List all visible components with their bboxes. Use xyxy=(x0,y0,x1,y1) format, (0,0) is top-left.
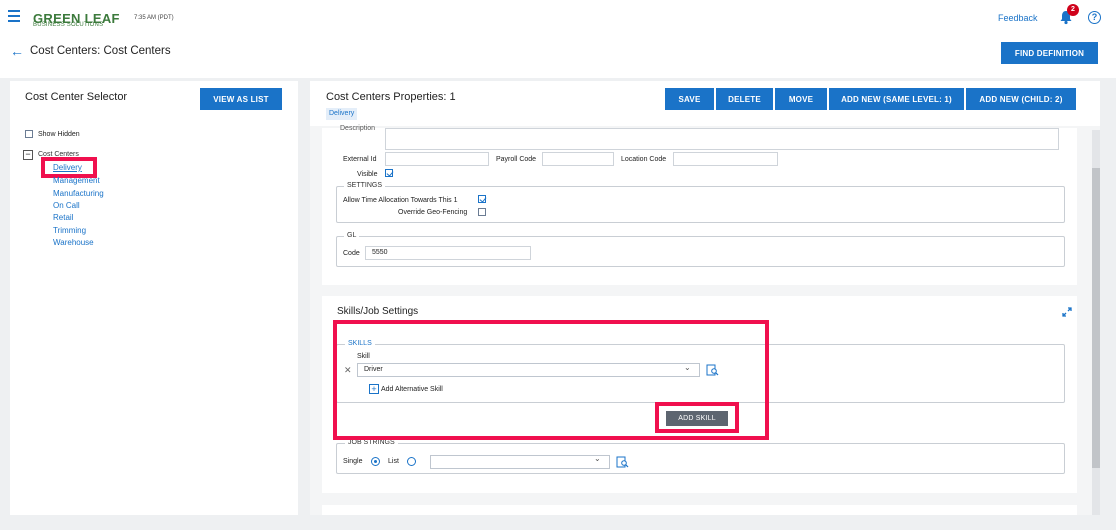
tree-item-trimming[interactable]: Trimming xyxy=(53,226,86,235)
location-code-input[interactable] xyxy=(673,152,778,166)
tree-item-delivery[interactable]: Delivery xyxy=(53,163,82,172)
delete-button[interactable]: DELETE xyxy=(716,88,773,110)
description-input[interactable] xyxy=(385,128,1059,150)
current-time: 7:35 AM (PDT) xyxy=(134,15,174,21)
top-bar xyxy=(0,0,1116,78)
settings-legend: SETTINGS xyxy=(344,182,386,189)
page-title: Cost Centers: Cost Centers xyxy=(30,45,171,57)
move-button[interactable]: MOVE xyxy=(775,88,827,110)
help-icon[interactable]: ? xyxy=(1088,11,1101,24)
payroll-code-input[interactable] xyxy=(542,152,614,166)
job-string-chevron-down-icon[interactable]: ⌄ xyxy=(594,454,601,463)
menu-icon[interactable] xyxy=(8,10,20,25)
single-label: Single xyxy=(343,458,363,465)
override-geo-label: Override Geo-Fencing xyxy=(398,209,468,216)
selector-title: Cost Center Selector xyxy=(25,91,128,103)
add-new-child-button[interactable]: ADD NEW (CHILD: 2) xyxy=(966,88,1076,110)
collapse-icon[interactable]: − xyxy=(23,150,33,160)
visible-checkbox[interactable] xyxy=(385,169,393,177)
add-new-same-level-button[interactable]: ADD NEW (SAME LEVEL: 1) xyxy=(829,88,964,110)
external-id-label: External Id xyxy=(343,156,377,163)
scrollbar-thumb[interactable] xyxy=(1092,168,1100,468)
properties-title: Cost Centers Properties: 1 xyxy=(326,91,456,103)
description-label: Description xyxy=(340,125,376,132)
next-card xyxy=(322,505,1077,515)
external-id-input[interactable] xyxy=(385,152,489,166)
tree-item-warehouse[interactable]: Warehouse xyxy=(53,238,94,247)
show-hidden-label: Show Hidden xyxy=(38,131,80,138)
delivery-tag: Delivery xyxy=(326,108,358,120)
job-string-select[interactable] xyxy=(430,455,610,469)
code-input[interactable]: 5550 xyxy=(365,246,531,260)
feedback-link[interactable]: Feedback xyxy=(998,13,1038,23)
properties-scrollbar[interactable] xyxy=(1092,130,1100,515)
save-button[interactable]: SAVE xyxy=(665,88,714,110)
single-radio[interactable] xyxy=(371,457,380,466)
show-hidden-checkbox[interactable] xyxy=(25,130,33,138)
tree-item-manufacturing[interactable]: Manufacturing xyxy=(53,189,104,198)
visible-label: Visible xyxy=(357,171,378,178)
payroll-code-label: Payroll Code xyxy=(496,156,537,163)
add-skill-highlight xyxy=(655,402,739,433)
tree-item-retail[interactable]: Retail xyxy=(53,213,73,222)
expand-icon[interactable] xyxy=(1062,307,1072,317)
allow-time-label: Allow Time Allocation Towards This 1 xyxy=(343,197,458,204)
settings-fieldset xyxy=(336,186,1065,223)
tree-item-on-call[interactable]: On Call xyxy=(53,201,80,210)
job-string-lookup-icon[interactable] xyxy=(616,456,629,468)
list-radio[interactable] xyxy=(407,457,416,466)
gl-legend: GL xyxy=(344,232,360,239)
code-label: Code xyxy=(343,250,360,257)
back-arrow-icon[interactable]: ← xyxy=(10,43,24,59)
location-code-label: Location Code xyxy=(621,156,667,163)
notification-badge: 2 xyxy=(1067,4,1079,16)
tree-item-management[interactable]: Management xyxy=(53,176,100,185)
skills-card-title: Skills/Job Settings xyxy=(337,306,419,317)
cost-center-selector-panel xyxy=(10,81,298,515)
view-as-list-button[interactable]: VIEW AS LIST xyxy=(200,88,282,110)
allow-time-checkbox[interactable] xyxy=(478,195,486,203)
list-label: List xyxy=(388,458,399,465)
override-geo-checkbox[interactable] xyxy=(478,208,486,216)
find-definition-button[interactable]: FIND DEFINITION xyxy=(1001,42,1098,64)
job-strings-legend: JOB STRINGS xyxy=(345,439,398,446)
logo-sub: BUSINESS SOLUTIONS xyxy=(33,22,104,28)
